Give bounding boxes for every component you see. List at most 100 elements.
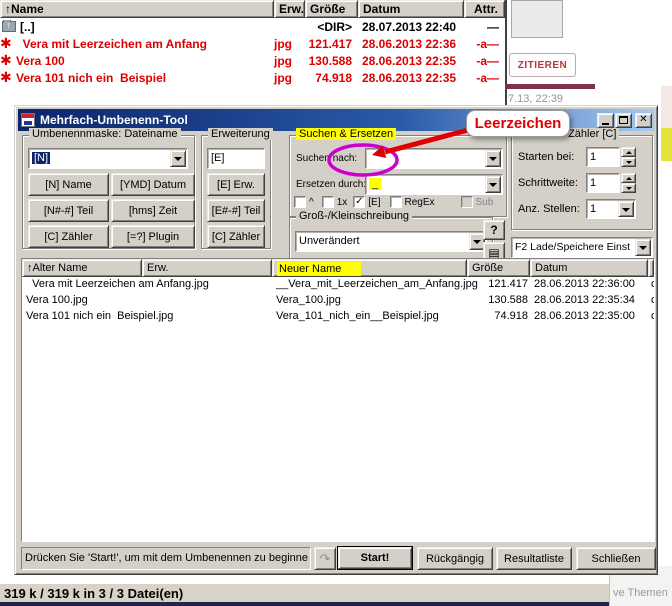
checkbox-anchor[interactable] — [294, 196, 306, 208]
column-header-ext[interactable]: Erw. — [142, 259, 272, 277]
file-row[interactable]: ✱Vera 101 nich ein Beispiel jpg 74.918 2… — [0, 69, 505, 86]
column-header-name[interactable]: ↑Name — [0, 0, 274, 18]
close-dialog-button[interactable]: Schließen — [576, 547, 656, 570]
checkbox-once[interactable] — [322, 196, 334, 208]
file-list-header: ↑Name Erw. Größe Datum Attr. — [0, 0, 505, 18]
background-fragment — [661, 128, 672, 161]
minimize-icon — [602, 123, 609, 125]
digits-label: Anz. Stellen: — [518, 203, 580, 215]
settings-combobox[interactable]: F2 Lade/Speichere Einst — [511, 237, 653, 258]
column-header-old-name[interactable]: ↑Alter Name — [22, 259, 142, 277]
rename-preview-list: ↑Alter Name Erw. Neuer Name Größe Datum … — [21, 258, 655, 542]
undo-button[interactable]: Rückgängig — [417, 547, 493, 570]
background-fragment — [661, 86, 672, 128]
checkbox-regex[interactable] — [390, 196, 402, 208]
step-field[interactable]: 1 — [586, 173, 620, 193]
column-header-extra[interactable] — [648, 259, 654, 277]
file-row[interactable]: ✱ Vera mit Leerzeichen am Anfang jpg 121… — [0, 35, 505, 52]
mask-time-button[interactable]: [hms] Zeit — [111, 199, 195, 222]
maximize-button[interactable] — [615, 113, 632, 128]
spin-up-icon[interactable] — [621, 147, 636, 157]
image-file-icon: ✱ — [0, 71, 15, 84]
preview-row[interactable]: Vera mit Leerzeichen am Anfang.jpg __Ver… — [22, 277, 654, 293]
ext-part-button[interactable]: [E#-#] Teil — [207, 199, 265, 222]
mask-combo-dropdown[interactable] — [170, 150, 186, 167]
chevron-down-icon — [639, 246, 647, 250]
chevron-down-icon — [622, 208, 630, 212]
dialog-icon — [21, 113, 35, 127]
column-header-attr[interactable]: Attr. — [464, 0, 505, 18]
search-input[interactable] — [365, 148, 503, 169]
column-header-date[interactable]: Datum — [530, 259, 648, 277]
result-list-button[interactable]: Resultatliste — [496, 547, 572, 570]
checkbox-subst[interactable] — [461, 196, 473, 208]
ext-counter-button[interactable]: [C] Zähler — [207, 225, 265, 248]
digits-combo-dropdown[interactable] — [618, 201, 634, 217]
column-header-size[interactable]: Größe — [305, 0, 358, 18]
quote-button[interactable]: ZITIEREN — [509, 53, 576, 77]
mask-date-button[interactable]: [YMD] Datum — [111, 173, 195, 196]
chevron-down-icon — [489, 157, 497, 161]
background-text: ve Themen — [613, 587, 668, 599]
replace-dropdown[interactable] — [485, 176, 501, 193]
case-combobox[interactable]: Unverändert — [295, 231, 487, 252]
chevron-down-icon — [174, 157, 182, 161]
file-row[interactable]: ✱Vera 100 jpg 130.588 28.06.2013 22:35 -… — [0, 52, 505, 69]
replace-label: Ersetzen durch: — [296, 179, 366, 190]
reload-button[interactable]: ↷ — [314, 547, 336, 570]
column-header-size[interactable]: Größe — [467, 259, 530, 277]
redo-arrow-icon: ↷ — [320, 552, 331, 565]
case-group-title: Groß-/Kleinschreibung — [296, 210, 412, 222]
column-header-new-name[interactable]: Neuer Name — [272, 259, 467, 277]
start-at-label: Starten bei: — [518, 151, 574, 163]
ext-erw-button[interactable]: [E] Erw. — [207, 173, 265, 196]
divider — [0, 602, 609, 606]
step-spinner[interactable] — [621, 173, 636, 193]
mask-part-button[interactable]: [N#-#] Teil — [28, 199, 109, 222]
search-dropdown[interactable] — [485, 150, 501, 167]
minimize-button[interactable] — [597, 113, 614, 128]
status-bar: 319 k / 319 k in 3 / 3 Datei(en) — [0, 583, 609, 602]
start-button[interactable]: Start! — [337, 546, 413, 570]
preview-row[interactable]: Vera 101 nich ein Beispiel.jpg Vera_101_… — [22, 309, 654, 325]
extension-field[interactable]: [E] — [207, 148, 265, 169]
mask-name-button[interactable]: [N] Name — [28, 173, 109, 196]
background-panel — [511, 0, 563, 38]
close-icon: ✕ — [639, 115, 647, 125]
search-label: Suchen nach: — [296, 153, 357, 164]
spin-up-icon[interactable] — [621, 173, 636, 183]
settings-combo-dropdown[interactable] — [635, 239, 651, 256]
column-header-ext[interactable]: Erw. — [274, 0, 305, 18]
multi-rename-dialog: Mehrfach-Umbenenn-Tool ✕ Umbenennmaske: … — [14, 105, 658, 575]
search-options-row: ^ 1x ✓ [E] RegEx Sub — [294, 196, 493, 208]
file-row-parent-dir[interactable]: [..] <DIR> 28.07.2013 22:40 — — [0, 18, 505, 35]
start-at-spinner[interactable] — [621, 147, 636, 167]
chevron-down-icon — [473, 240, 481, 244]
checkbox-extension[interactable]: ✓ — [353, 196, 365, 208]
divider — [505, 84, 595, 89]
extension-group-title: Erweiterung — [208, 128, 273, 140]
folder-up-icon — [2, 21, 16, 32]
mask-combobox[interactable]: [N] — [28, 148, 188, 169]
chevron-down-icon — [489, 183, 497, 187]
mask-plugin-button[interactable]: [=?] Plugin — [111, 225, 195, 248]
replace-input[interactable]: _ — [365, 174, 503, 195]
spin-down-icon[interactable] — [621, 157, 636, 167]
mask-counter-button[interactable]: [C] Zähler — [28, 225, 109, 248]
preview-row[interactable]: Vera 100.jpg Vera_100.jpg 130.588 28.06.… — [22, 293, 654, 309]
search-replace-group-title: Suchen & Ersetzen — [296, 128, 396, 140]
image-file-icon: ✱ — [0, 54, 15, 67]
file-list-panel: ↑Name Erw. Größe Datum Attr. [..] <DIR> … — [0, 0, 507, 105]
maximize-icon — [619, 116, 628, 124]
post-timestamp: 7.13, 22:39 — [508, 93, 563, 105]
close-button[interactable]: ✕ — [635, 113, 652, 128]
annotation-callout: Leerzeichen — [466, 110, 570, 137]
hint-text: Drücken Sie 'Start!', um mit dem Umbenen… — [21, 547, 311, 570]
step-label: Schrittweite: — [518, 177, 578, 189]
digits-combobox[interactable]: 1 — [586, 199, 636, 219]
preview-list-header: ↑Alter Name Erw. Neuer Name Größe Datum — [22, 259, 654, 277]
help-button[interactable]: ? — [483, 220, 505, 240]
start-at-field[interactable]: 1 — [586, 147, 620, 167]
spin-down-icon[interactable] — [621, 183, 636, 193]
column-header-date[interactable]: Datum — [358, 0, 464, 18]
